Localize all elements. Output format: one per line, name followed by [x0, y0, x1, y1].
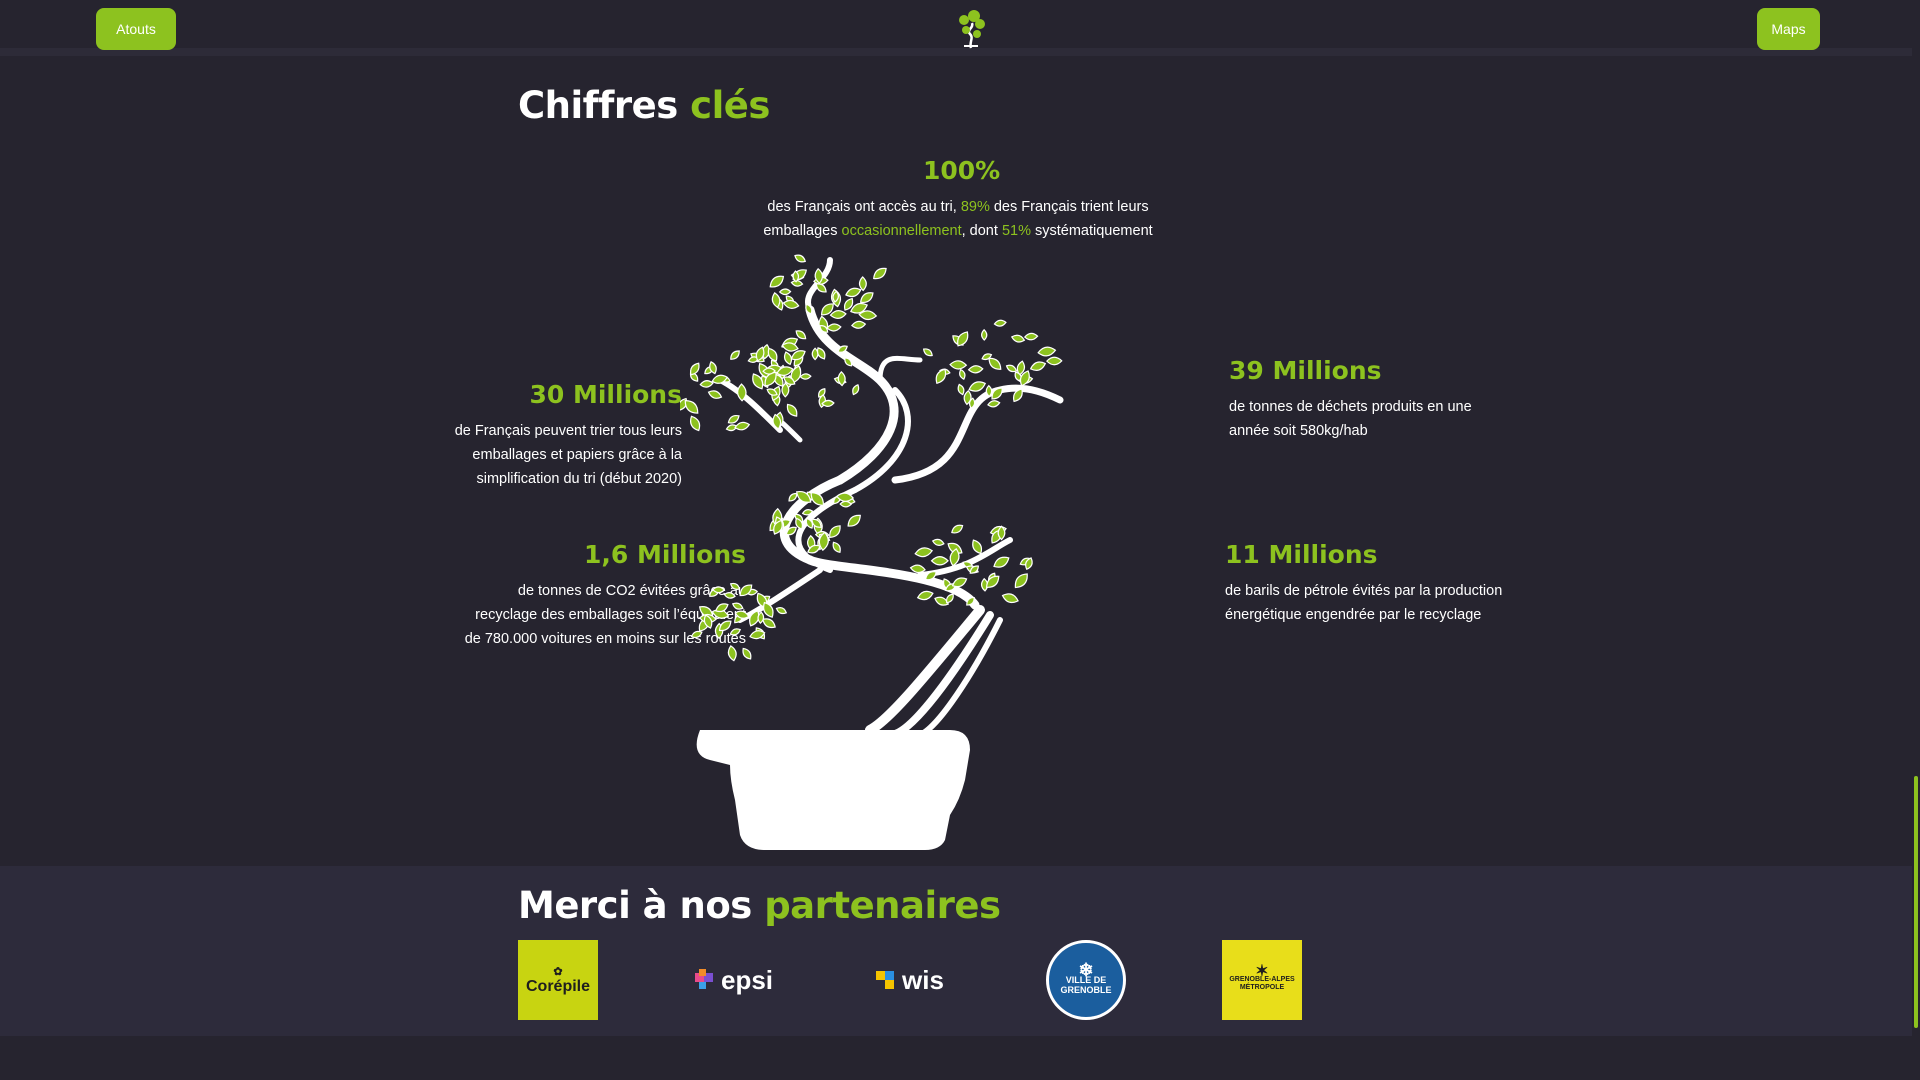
partner-logo-grenoble-alpes-metropole[interactable]: ✶ GRENOBLE-ALPES MÉTROPOLE [1222, 940, 1302, 1020]
leaf-shape [690, 415, 701, 432]
stat-top-value: 100% [923, 156, 1001, 185]
leaf-shape [769, 275, 785, 288]
leaf-shape [778, 288, 792, 296]
bonsai-tree-illustration [680, 254, 1064, 854]
leaf-shape [981, 328, 988, 341]
footer-band [0, 1036, 1912, 1080]
leaf-shape [775, 607, 788, 615]
leaf-shape [914, 547, 934, 558]
stat-left-upper-text: de Français peuvent trier tous leurs emb… [454, 423, 682, 487]
leaf-shape [826, 323, 842, 332]
leaf-shape [731, 602, 744, 610]
partners-title-plain: Merci à nos [518, 884, 752, 927]
leaf-shape [734, 421, 751, 431]
leaf-shape [931, 538, 945, 546]
partner-logo-epsi[interactable]: epsi [694, 940, 774, 1020]
leaf-shape [957, 383, 965, 396]
leaf-shape [782, 299, 800, 309]
stat-right-lower-text: de barils de pétrole évités par la produ… [1225, 583, 1503, 623]
leaf-shape [845, 287, 862, 298]
stat-top-text: des Français ont accès au tri, 89% des F… [763, 199, 1153, 239]
partner-logo-ville-de-grenoble[interactable]: ❄ VILLE DE GRENOBLE [1046, 940, 1126, 1020]
leaf-shape [1037, 346, 1057, 357]
leaf-shape [839, 500, 853, 508]
key-figures-title-accent: clés [690, 84, 770, 127]
leaf-shape [945, 593, 954, 604]
leaf-shape [742, 647, 752, 660]
stat-left-upper-value: 30 Millions [529, 380, 682, 409]
leaf-shape [699, 380, 714, 388]
leaf-shape [930, 556, 949, 566]
atouts-button[interactable]: Atouts [96, 8, 176, 50]
leaf-shape [851, 320, 867, 329]
leaf-shape [1001, 593, 1019, 604]
leaf-shape [783, 351, 793, 366]
leaf-shape [968, 381, 987, 392]
leaf-shape [922, 348, 933, 357]
epsi-mark-icon [694, 969, 713, 989]
leaf-shape [951, 524, 964, 534]
stat-right-upper-text: de tonnes de déchets produits en une ann… [1229, 399, 1472, 439]
leaf-shape [993, 556, 1010, 568]
leaf-shape [949, 360, 968, 370]
leaf-shape [799, 373, 812, 380]
leaf-shape [967, 365, 984, 374]
partner-logo-wis[interactable]: wis [870, 940, 950, 1020]
leaf-shape [987, 400, 1001, 408]
wis-mark-icon [876, 971, 895, 989]
bonsai-logo-icon[interactable] [952, 8, 990, 50]
leaf-shape [707, 390, 723, 399]
leaf-shape [916, 590, 934, 601]
leaf-shape [1023, 332, 1039, 341]
maps-button[interactable]: Maps [1757, 8, 1820, 50]
leaf-shape [858, 276, 867, 292]
leaf-shape [847, 514, 861, 527]
leaf-shape [727, 645, 737, 662]
leaf-shape [993, 319, 1007, 327]
leaf-shape [852, 384, 860, 396]
key-figures-title: Chiffres clés [518, 84, 770, 127]
leaf-shape [1045, 356, 1063, 366]
leaf-shape [832, 541, 841, 553]
leaf-shape [873, 267, 887, 280]
leaf-shape [730, 350, 740, 360]
leaf-shape [1029, 361, 1047, 371]
leaf-shape [959, 368, 966, 380]
key-figures-title-plain: Chiffres [518, 84, 678, 127]
partners-title: Merci à nos partenaires [518, 884, 1001, 927]
leaf-shape [794, 254, 807, 263]
stat-right-lower-value: 11 Millions [1225, 540, 1378, 569]
leaf-shape [1010, 334, 1026, 343]
leaf-shape [972, 539, 983, 555]
partner-logo-corepile[interactable]: ✿ Corépile [518, 940, 598, 1020]
leaf-shape [786, 403, 798, 417]
partners-title-accent: partenaires [764, 884, 1001, 927]
leaf-shape [997, 525, 1006, 541]
stat-right-upper-value: 39 Millions [1229, 356, 1382, 385]
leaf-shape [729, 582, 741, 590]
leaf-shape [1014, 573, 1028, 589]
leaf-shape [723, 592, 736, 599]
leaf-shape [829, 310, 847, 319]
leaf-shape [729, 628, 742, 636]
scrollbar-thumb[interactable] [1914, 776, 1918, 1028]
leaf-shape [829, 525, 841, 538]
